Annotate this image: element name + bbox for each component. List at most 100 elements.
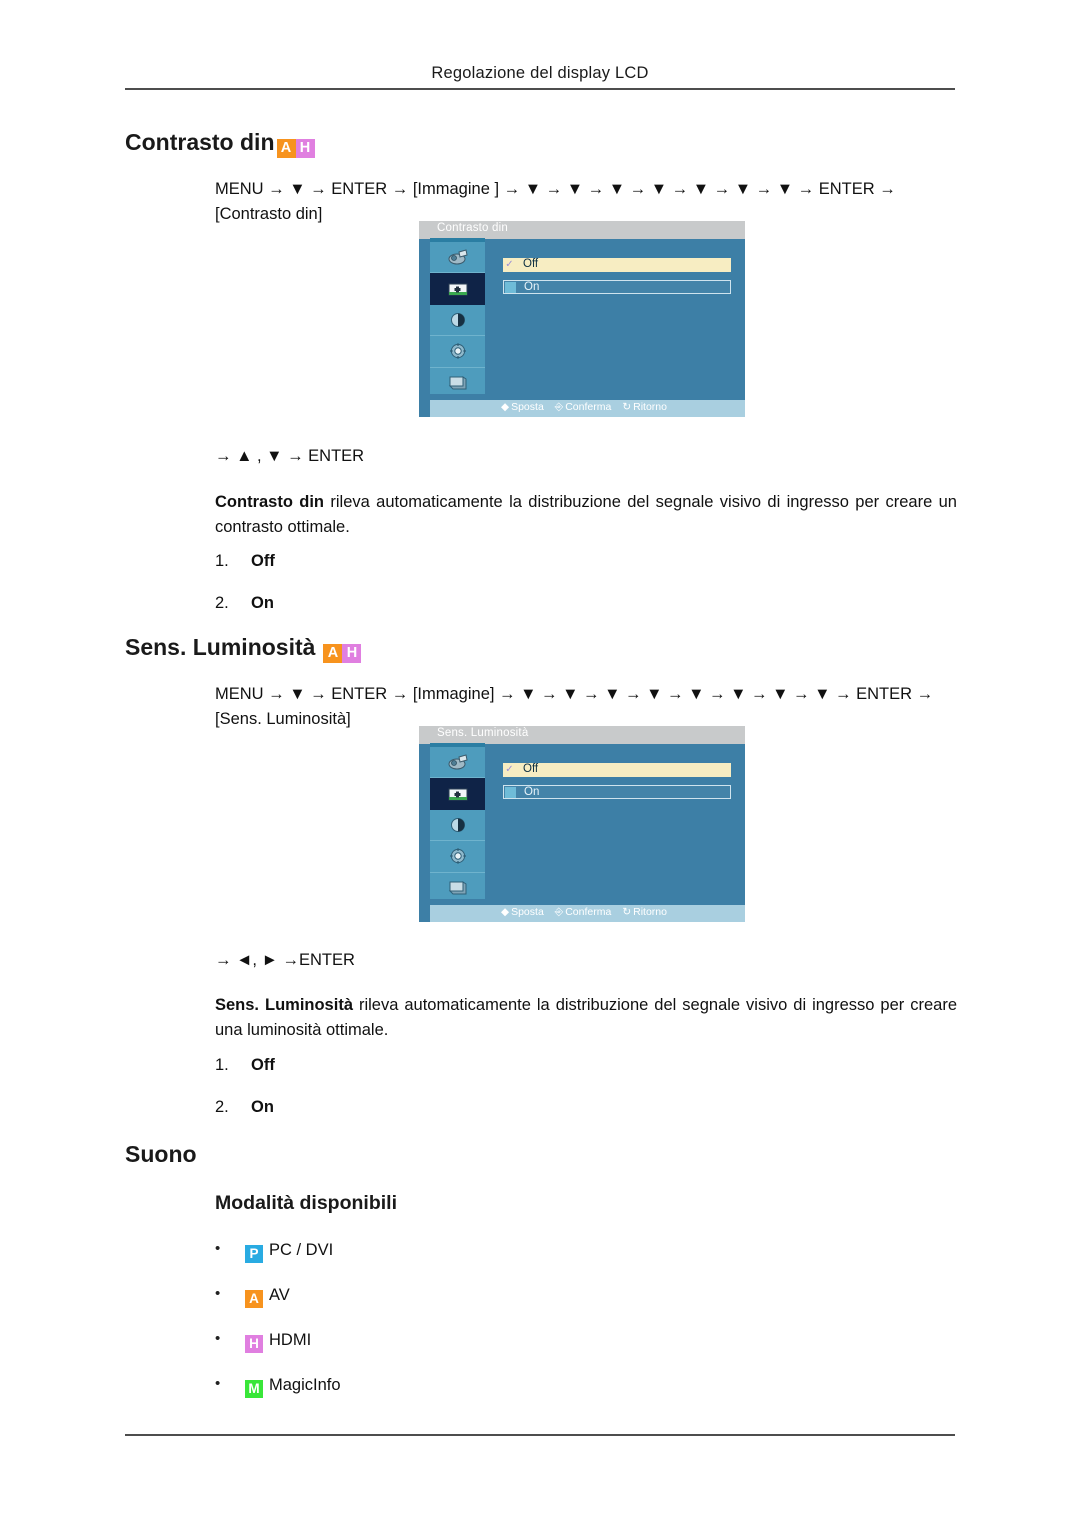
picture-icon xyxy=(448,788,467,801)
section-heading-text: Contrasto din xyxy=(125,129,275,155)
osd-sidebar-item-multi-display[interactable] xyxy=(430,873,485,903)
osd-sidebar-item-picture[interactable] xyxy=(430,778,485,810)
osd-footer-bar: ◆ Sposta ⎆ Conferma ↻ Ritorno xyxy=(430,400,745,417)
page-header-title: Regolazione del display LCD xyxy=(431,64,649,82)
osd-footer-label-conferma: Conferma xyxy=(565,401,612,413)
mode-label: AV xyxy=(269,1286,290,1304)
mode-badge-pc-dvi-icon: P xyxy=(245,1245,263,1263)
key-hint-sens-luminosita: → ◄, ► →ENTER xyxy=(215,951,355,969)
mode-badge-hdmi-wrap: H xyxy=(245,1331,263,1353)
description-contrasto-din: Contrasto din rileva automaticamente la … xyxy=(215,490,957,540)
osd-sidebar-item-input-source[interactable] xyxy=(430,242,485,274)
return-icon: ↻ xyxy=(622,401,632,413)
option-item: 1. Off xyxy=(215,1056,615,1098)
osd-option-row-off[interactable]: ✓ Off xyxy=(503,763,731,777)
header-rule xyxy=(125,88,955,90)
osd-footer-hints: ◆ Sposta ⎆ Conferma ↻ Ritorno xyxy=(430,906,745,919)
description-term: Sens. Luminosità xyxy=(215,996,353,1014)
mode-badge-av-icon: A xyxy=(276,139,296,158)
option-label: Off xyxy=(251,552,275,570)
osd-title: Sens. Luminosità xyxy=(437,727,529,739)
contrast-icon xyxy=(450,312,465,327)
updown-icon: ◆ xyxy=(501,401,510,413)
osd-option-label: On xyxy=(524,786,540,798)
osd-footer-label-sposta: Sposta xyxy=(511,906,544,918)
section-heading-text: Sens. Luminosità xyxy=(125,634,316,660)
mode-list-item: • P PC / DVI xyxy=(215,1240,615,1286)
osd-footer-hints: ◆ Sposta ⎆ Conferma ↻ Ritorno xyxy=(430,401,745,414)
contrast-icon xyxy=(450,817,465,832)
bullet-icon: • xyxy=(215,1375,221,1392)
osd-screenshot-contrasto-din: Contrasto din ✓ Off On ◆ Sposta ⎆ Confer… xyxy=(419,221,745,417)
osd-footer-label-sposta: Sposta xyxy=(511,401,544,413)
setup-gear-icon xyxy=(449,343,466,359)
description-body: rileva automaticamente la distribuzione … xyxy=(215,493,957,536)
mode-badge-hdmi-icon: H xyxy=(295,139,315,158)
picture-icon xyxy=(448,283,467,296)
heading-badges: AH xyxy=(323,634,362,663)
setup-gear-icon xyxy=(449,848,466,864)
enter-icon: ⎆ xyxy=(554,906,564,918)
osd-sidebar-item-multi-display[interactable] xyxy=(430,368,485,398)
mode-badge-av-wrap: A xyxy=(245,1286,263,1308)
enter-icon: ⎆ xyxy=(554,401,564,413)
osd-sidebar-item-setup[interactable] xyxy=(430,841,485,873)
subsection-heading-text: Modalità disponibili xyxy=(215,1192,397,1214)
osd-title: Contrasto din xyxy=(437,222,508,234)
footer-rule xyxy=(125,1434,955,1436)
document-page: Regolazione del display LCD Contrasto di… xyxy=(0,0,1080,1527)
mode-label: HDMI xyxy=(269,1331,312,1349)
osd-option-label: Off xyxy=(523,258,539,270)
mode-label: MagicInfo xyxy=(269,1376,341,1394)
empty-swatch-icon xyxy=(505,282,516,293)
mode-badge-magicinfo-wrap: M xyxy=(245,1376,263,1398)
subsection-heading-modalita-disponibili: Modalità disponibili xyxy=(215,1192,397,1214)
osd-footer-label-ritorno: Ritorno xyxy=(633,401,667,413)
osd-sidebar xyxy=(430,747,486,899)
key-hint-contrasto-din: → ▲ , ▼ → ENTER xyxy=(215,447,365,465)
description-sens-luminosita: Sens. Luminosità rileva automaticamente … xyxy=(215,993,957,1043)
section-heading-suono: Suono xyxy=(125,1143,197,1166)
option-item: 2. On xyxy=(215,594,615,636)
osd-option-row-on[interactable]: On xyxy=(503,785,731,799)
osd-screenshot-sens-luminosita: Sens. Luminosità ✓ Off On ◆ Sposta ⎆ Con… xyxy=(419,726,745,922)
option-number: 2. xyxy=(215,1098,229,1116)
osd-footer-bar: ◆ Sposta ⎆ Conferma ↻ Ritorno xyxy=(430,905,745,922)
osd-sidebar-item-contrast[interactable] xyxy=(430,305,485,337)
option-number: 1. xyxy=(215,552,229,570)
osd-sidebar-item-contrast[interactable] xyxy=(430,810,485,842)
mode-label: PC / DVI xyxy=(269,1241,334,1259)
bullet-icon: • xyxy=(215,1285,221,1302)
heading-badges: AH xyxy=(276,129,315,158)
mode-badge-pc-dvi-wrap: P xyxy=(245,1241,263,1263)
multi-display-icon xyxy=(448,880,466,895)
osd-sidebar-item-input-source[interactable] xyxy=(430,747,485,779)
osd-footer-label-conferma: Conferma xyxy=(565,906,612,918)
osd-body: ✓ Off On xyxy=(485,747,745,899)
mode-list-item: • M MagicInfo xyxy=(215,1375,615,1421)
osd-option-row-on[interactable]: On xyxy=(503,280,731,294)
mode-list-item: • H HDMI xyxy=(215,1330,615,1376)
option-label: On xyxy=(251,1098,274,1116)
osd-option-label: Off xyxy=(523,763,539,775)
osd-sidebar-item-picture[interactable] xyxy=(430,273,485,305)
available-modes-list: • P PC / DVI • A AV • H HDMI • M MagicIn… xyxy=(215,1240,615,1421)
return-icon: ↻ xyxy=(622,906,632,918)
option-number: 2. xyxy=(215,594,229,612)
osd-option-row-off[interactable]: ✓ Off xyxy=(503,258,731,272)
section-heading-contrasto-din: Contrasto din A H xyxy=(125,131,315,158)
checkmark-icon: ✓ xyxy=(504,259,515,270)
bullet-icon: • xyxy=(215,1240,221,1257)
osd-option-label: On xyxy=(524,281,540,293)
menu-path-sens-luminosita: MENU → ▼ → ENTER → [Immagine] → ▼ → ▼ → … xyxy=(215,685,934,728)
osd-sidebar-item-setup[interactable] xyxy=(430,336,485,368)
osd-footer-label-ritorno: Ritorno xyxy=(633,906,667,918)
osd-sidebar xyxy=(430,242,486,394)
mode-list-item: • A AV xyxy=(215,1285,615,1331)
menu-path-contrasto-din: MENU → ▼ → ENTER → [Immagine ] → ▼ → ▼ →… xyxy=(215,180,896,223)
option-list-contrasto-din: 1. Off 2. On xyxy=(215,552,615,636)
mode-badge-hdmi-icon: H xyxy=(245,1335,263,1353)
osd-body: ✓ Off On xyxy=(485,242,745,394)
option-label: Off xyxy=(251,1056,275,1074)
option-item: 1. Off xyxy=(215,552,615,594)
